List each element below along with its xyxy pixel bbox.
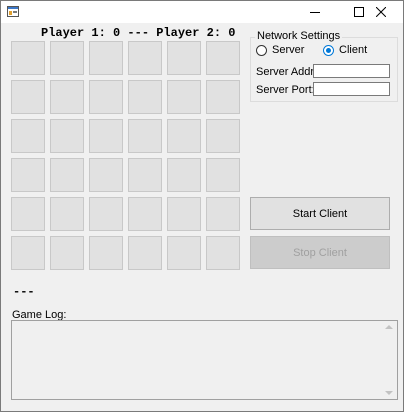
- board-cell[interactable]: [206, 41, 240, 75]
- server-radio-circle[interactable]: [256, 44, 267, 56]
- server-address-input[interactable]: [313, 64, 390, 78]
- server-port-input[interactable]: [313, 82, 390, 96]
- minimize-icon: [310, 12, 320, 13]
- board-cell[interactable]: [11, 80, 45, 114]
- board-cell[interactable]: [128, 158, 162, 192]
- game-log-textarea[interactable]: [11, 320, 398, 400]
- scroll-up-icon[interactable]: [385, 325, 393, 329]
- score-label: Player 1: 0 --- Player 2: 0: [41, 26, 236, 40]
- client-radio[interactable]: Client: [323, 44, 367, 56]
- board-cell[interactable]: [50, 119, 84, 153]
- board-cell[interactable]: [167, 41, 201, 75]
- board-cell[interactable]: [167, 158, 201, 192]
- board-cell[interactable]: [50, 80, 84, 114]
- board-cell[interactable]: [128, 197, 162, 231]
- board-cell[interactable]: [128, 41, 162, 75]
- board-cell[interactable]: [50, 197, 84, 231]
- board-cell[interactable]: [128, 80, 162, 114]
- board-cell[interactable]: [167, 119, 201, 153]
- close-icon: [376, 7, 386, 17]
- board-cell[interactable]: [206, 236, 240, 270]
- server-radio-label: Server: [272, 44, 305, 56]
- stop-client-button[interactable]: Stop Client: [250, 236, 390, 269]
- board-cell[interactable]: [89, 158, 123, 192]
- board-cell[interactable]: [206, 119, 240, 153]
- board-cell[interactable]: [206, 197, 240, 231]
- board-cell[interactable]: [11, 197, 45, 231]
- client-radio-circle[interactable]: [323, 44, 334, 56]
- server-port-label: Server Port:: [256, 84, 315, 96]
- app-window: Player 1: 0 --- Player 2: 0 --- Network …: [0, 0, 404, 412]
- game-log-scrollbar[interactable]: [381, 321, 397, 399]
- title-bar[interactable]: [1, 1, 403, 23]
- server-radio[interactable]: Server: [256, 44, 304, 56]
- board-cell[interactable]: [128, 236, 162, 270]
- board-cell[interactable]: [11, 158, 45, 192]
- board-cell[interactable]: [50, 158, 84, 192]
- board-cell[interactable]: [167, 197, 201, 231]
- minimize-button[interactable]: [293, 1, 337, 23]
- board-cell[interactable]: [50, 41, 84, 75]
- board-cell[interactable]: [206, 80, 240, 114]
- board-cell[interactable]: [11, 236, 45, 270]
- board-cell[interactable]: [89, 119, 123, 153]
- start-client-button[interactable]: Start Client: [250, 197, 390, 230]
- board-cell[interactable]: [89, 80, 123, 114]
- client-radio-label: Client: [339, 44, 368, 56]
- board-cell[interactable]: [89, 41, 123, 75]
- board-cell[interactable]: [89, 197, 123, 231]
- status-label: ---: [13, 285, 35, 299]
- network-settings-title: Network Settings: [255, 30, 343, 42]
- board-cell[interactable]: [11, 41, 45, 75]
- close-button[interactable]: [359, 1, 403, 23]
- board-cell[interactable]: [206, 158, 240, 192]
- board-cell[interactable]: [50, 236, 84, 270]
- scroll-down-icon[interactable]: [385, 391, 393, 395]
- board-cell[interactable]: [167, 80, 201, 114]
- board-cell[interactable]: [128, 119, 162, 153]
- board-cell[interactable]: [167, 236, 201, 270]
- board-cell[interactable]: [89, 236, 123, 270]
- board-cell[interactable]: [11, 119, 45, 153]
- game-board: [11, 41, 240, 270]
- app-icon: [7, 6, 19, 17]
